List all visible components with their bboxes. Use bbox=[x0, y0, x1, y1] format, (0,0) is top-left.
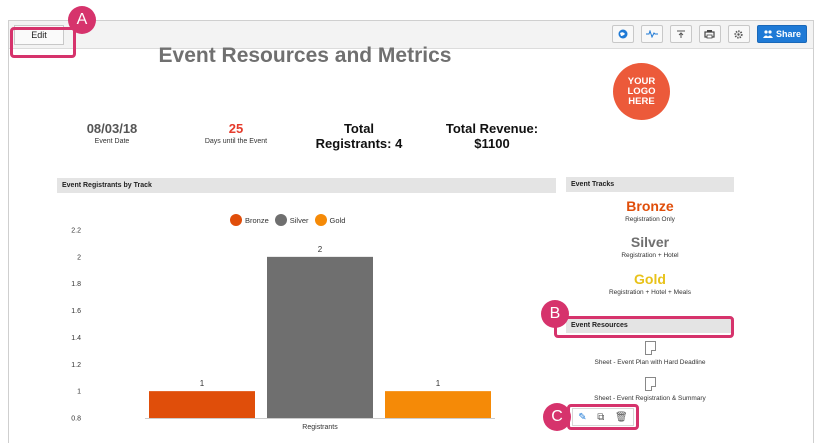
metric-label: Days until the Event bbox=[204, 138, 268, 145]
track-name: Silver bbox=[630, 234, 670, 250]
track-gold: Gold Registration + Hotel + Meals bbox=[566, 271, 734, 296]
callout-b-highlight bbox=[554, 316, 734, 338]
metric-value: 25 bbox=[228, 121, 244, 136]
logo-line: HERE bbox=[628, 95, 655, 107]
chart-panel-header: Event Registrants by Track bbox=[57, 178, 556, 193]
metric-event-date: 08/03/18 Event Date bbox=[62, 121, 162, 145]
metric-label: Event Date bbox=[94, 138, 130, 145]
sheet-icon bbox=[644, 377, 656, 391]
y-tick-label: 1.8 bbox=[71, 281, 81, 288]
data-label: 1 bbox=[200, 379, 205, 388]
track-desc: Registration + Hotel + Meals bbox=[608, 289, 691, 296]
share-button[interactable]: Share bbox=[756, 25, 807, 43]
callout-a-highlight bbox=[10, 27, 76, 58]
metric-value: 08/03/18 bbox=[86, 121, 138, 136]
track-name: Bronze bbox=[626, 198, 674, 214]
bar-bronze bbox=[149, 391, 255, 418]
metric-total-registrants: Total Registrants: 4 bbox=[304, 121, 414, 151]
resource-label[interactable]: Sheet - Event Registration & Summary bbox=[566, 395, 734, 402]
track-desc: Registration + Hotel bbox=[621, 252, 679, 259]
print-icon[interactable] bbox=[698, 25, 721, 43]
y-tick-label: 2.2 bbox=[71, 228, 81, 235]
share-label: Share bbox=[775, 29, 801, 39]
registrants-bar-chart: 0.8 1 1.2 1.4 1.6 1.8 2 2.2 1 2 1 Registrants bbox=[71, 228, 495, 431]
export-icon[interactable] bbox=[669, 25, 692, 43]
resource-label[interactable]: Sheet - Event Plan with Hard Deadline bbox=[566, 359, 734, 366]
sheet-icon bbox=[644, 341, 656, 355]
metric-value-line1: Total bbox=[343, 121, 375, 136]
y-tick-label: 1.2 bbox=[71, 362, 81, 369]
y-tick-label: 1.4 bbox=[71, 335, 81, 342]
resource-item[interactable]: Sheet - Event Registration & Summary bbox=[566, 377, 734, 402]
logo-placeholder: YOUR LOGO HERE bbox=[613, 63, 670, 120]
y-tick-label: 2 bbox=[77, 254, 81, 261]
track-silver: Silver Registration + Hotel bbox=[566, 234, 734, 259]
metric-days-until: 25 Days until the Event bbox=[188, 121, 284, 145]
bar-silver bbox=[267, 256, 373, 418]
track-name: Gold bbox=[634, 271, 666, 287]
callout-c-badge: C bbox=[543, 403, 571, 431]
page-title: Event Resources and Metrics bbox=[158, 44, 452, 67]
metric-value-line2: Registrants: 4 bbox=[315, 136, 403, 151]
metric-total-revenue: Total Revenue: $1100 bbox=[432, 121, 552, 151]
callout-a-badge: A bbox=[68, 6, 96, 34]
y-tick-label: 1.6 bbox=[71, 308, 81, 315]
data-label: 1 bbox=[436, 379, 441, 388]
logo-line: YOUR bbox=[627, 75, 656, 87]
resource-item[interactable]: Sheet - Event Plan with Hard Deadline bbox=[566, 341, 734, 366]
metric-value-line2: $1100 bbox=[474, 136, 510, 151]
metric-value-line1: Total Revenue: bbox=[445, 121, 539, 136]
people-icon bbox=[762, 30, 773, 38]
toolbar-icons: Share bbox=[611, 25, 807, 43]
track-bronze: Bronze Registration Only bbox=[566, 198, 734, 223]
globe-icon[interactable] bbox=[611, 25, 634, 43]
pulse-icon[interactable] bbox=[640, 25, 663, 43]
y-tick-label: 0.8 bbox=[71, 416, 81, 423]
data-label: 2 bbox=[318, 245, 323, 254]
callout-c-highlight bbox=[567, 404, 639, 430]
bar-gold bbox=[385, 391, 491, 418]
x-tick-label: Registrants bbox=[302, 424, 338, 431]
y-tick-label: 1 bbox=[77, 389, 81, 396]
settings-icon[interactable] bbox=[727, 25, 750, 43]
tracks-panel-header: Event Tracks bbox=[566, 177, 734, 192]
track-desc: Registration Only bbox=[625, 216, 675, 223]
logo-line: LOGO bbox=[627, 85, 656, 97]
callout-b-badge: B bbox=[541, 300, 569, 328]
